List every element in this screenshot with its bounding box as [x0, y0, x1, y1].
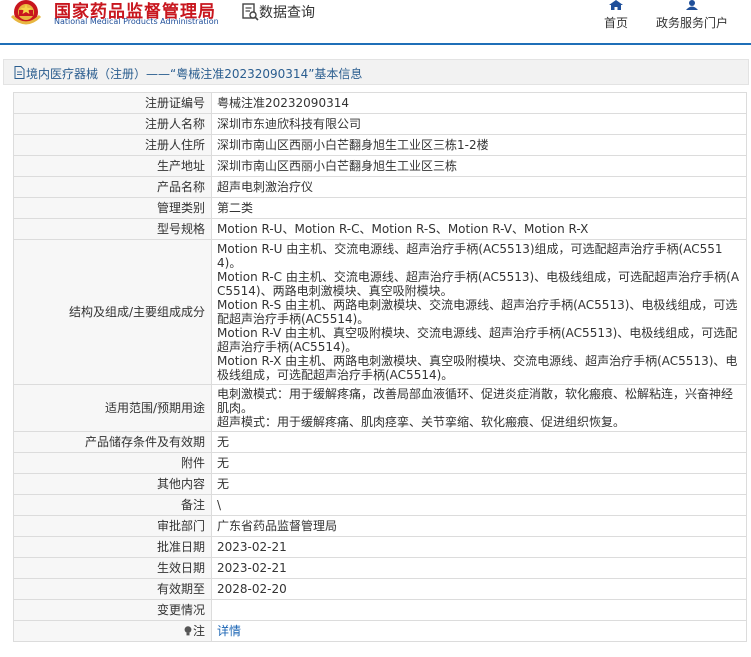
- detail-row-registration-number: 注册证编号 粤械注准20232090314: [13, 92, 747, 114]
- detail-row-attachments: 附件无: [13, 452, 747, 474]
- field-value: 超声电刺激治疗仪: [211, 176, 747, 198]
- field-value: 2023-02-21: [211, 557, 747, 579]
- breadcrumb-text: 境内医疗器械（注册）——“粤械注准20232090314”基本信息: [26, 67, 363, 81]
- user-icon: [686, 0, 698, 10]
- field-label: 型号规格: [13, 218, 212, 240]
- detail-row-note: 注详情: [13, 620, 747, 642]
- header-divider: [0, 43, 751, 45]
- site-subtitle: National Medical Products Administration: [54, 17, 219, 26]
- detail-row-approval-department: 审批部门 广东省药品监督管理局: [13, 515, 747, 537]
- field-label: 注册证编号: [13, 92, 212, 114]
- field-label: 注册人住所: [13, 134, 212, 156]
- field-value: 2028-02-20: [211, 578, 747, 600]
- home-icon: [609, 0, 623, 10]
- field-value: Motion R-U、Motion R-C、Motion R-S、Motion …: [211, 218, 747, 240]
- field-label: 批准日期: [13, 536, 212, 558]
- detail-row-approval-date: 批准日期 2023-02-21: [13, 536, 747, 558]
- field-value: 详情: [211, 620, 747, 642]
- field-label: 产品储存条件及有效期: [13, 431, 212, 453]
- field-label: 变更情况: [13, 599, 212, 621]
- breadcrumb: 境内医疗器械（注册）——“粤械注准20232090314”基本信息: [3, 59, 749, 85]
- field-label: 管理类别: [13, 197, 212, 219]
- field-value: 粤械注准20232090314: [211, 92, 747, 114]
- field-value: 广东省药品监督管理局: [211, 515, 747, 537]
- field-value: 深圳市南山区西丽小白芒翻身旭生工业区三栋1-2楼: [211, 134, 747, 156]
- national-emblem-icon: [10, 0, 42, 25]
- detail-row-intended-use: 适用范围/预期用途 电刺激模式：用于缓解疼痛，改善局部血液循环、促进炎症消散，软化…: [13, 384, 747, 432]
- field-label: 生效日期: [13, 557, 212, 579]
- field-label: 有效期至: [13, 578, 212, 600]
- document-icon: [14, 66, 25, 79]
- nav-home-link[interactable]: 首页: [596, 0, 636, 31]
- detail-row-effective-date: 生效日期 2023-02-21: [13, 557, 747, 579]
- field-value: 电刺激模式：用于缓解疼痛，改善局部血液循环、促进炎症消散，软化瘢痕、松解粘连，兴…: [211, 384, 747, 432]
- detail-row-remarks: 备注 \: [13, 494, 747, 516]
- field-value: Motion R-U 由主机、交流电源线、超声治疗手柄(AC5513)组成，可选…: [211, 239, 747, 385]
- nav-home-label: 首页: [603, 16, 628, 30]
- detail-row-registrant-address: 注册人住所 深圳市南山区西丽小白芒翻身旭生工业区三栋1-2楼: [13, 134, 747, 156]
- detail-row-management-category: 管理类别 第二类: [13, 197, 747, 219]
- field-label: 附件: [13, 452, 212, 474]
- detail-row-change-history: 变更情况: [13, 599, 747, 621]
- detail-row-registrant-name: 注册人名称 深圳市东迪欣科技有限公司: [13, 113, 747, 135]
- field-value: 深圳市南山区西丽小白芒翻身旭生工业区三栋: [211, 155, 747, 177]
- field-label: 审批部门: [13, 515, 212, 537]
- detail-row-other-content: 其他内容无: [13, 473, 747, 495]
- lightbulb-icon: [184, 626, 192, 636]
- details-link[interactable]: 详情: [217, 624, 241, 638]
- nav-service-portal-link[interactable]: 政务服务门户: [650, 0, 734, 31]
- detail-row-composition: 结构及组成/主要组成成分 Motion R-U 由主机、交流电源线、超声治疗手柄(…: [13, 239, 747, 385]
- note-label: 注: [192, 624, 205, 638]
- field-value: 2023-02-21: [211, 536, 747, 558]
- field-value: [211, 599, 747, 621]
- field-value: 无: [211, 473, 747, 495]
- field-label: 注册人名称: [13, 113, 212, 135]
- field-label: 注: [13, 620, 212, 642]
- field-value: 第二类: [211, 197, 747, 219]
- field-label: 结构及组成/主要组成成分: [13, 239, 212, 385]
- detail-row-expiry-date: 有效期至 2028-02-20: [13, 578, 747, 600]
- field-value: 深圳市东迪欣科技有限公司: [211, 113, 747, 135]
- field-label: 适用范围/预期用途: [13, 384, 212, 432]
- section-title: 数据查询: [259, 5, 315, 21]
- detail-row-production-address: 生产地址 深圳市南山区西丽小白芒翻身旭生工业区三栋: [13, 155, 747, 177]
- field-value: 无: [211, 452, 747, 474]
- field-label: 生产地址: [13, 155, 212, 177]
- field-value: \: [211, 494, 747, 516]
- data-query-icon: [242, 3, 259, 21]
- field-value: 无: [211, 431, 747, 453]
- nav-service-portal-label: 政务服务门户: [655, 16, 728, 30]
- device-detail-table: 注册证编号 粤械注准20232090314 注册人名称 深圳市东迪欣科技有限公司 注册人…: [13, 92, 747, 642]
- field-label: 其他内容: [13, 473, 212, 495]
- detail-row-storage-conditions: 产品储存条件及有效期无: [13, 431, 747, 453]
- field-label: 产品名称: [13, 176, 212, 198]
- site-header: 国家药品监督管理局 National Medical Products Admi…: [0, 0, 751, 45]
- field-label: 备注: [13, 494, 212, 516]
- detail-row-product-name: 产品名称 超声电刺激治疗仪: [13, 176, 747, 198]
- detail-row-model-spec: 型号规格 Motion R-U、Motion R-C、Motion R-S、Mot…: [13, 218, 747, 240]
